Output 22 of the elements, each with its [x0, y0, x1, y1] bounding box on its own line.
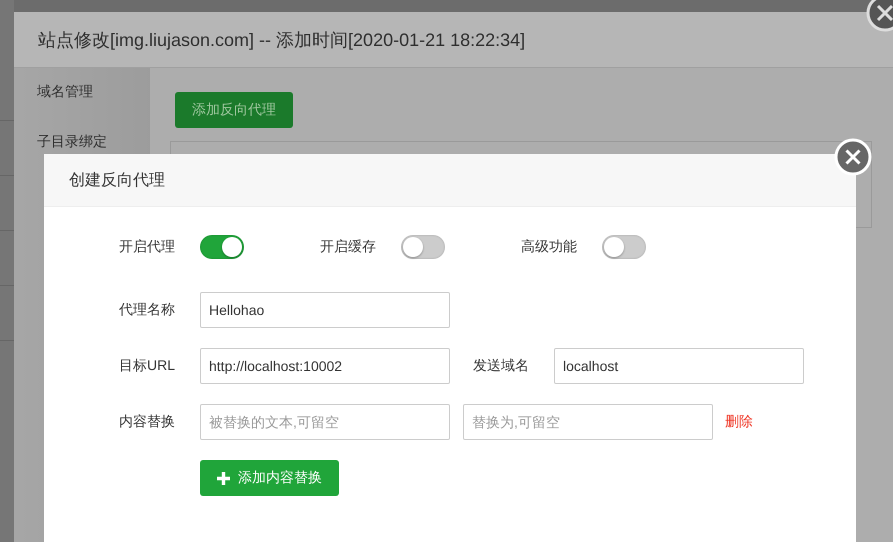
delete-link[interactable]: 删除 [725, 413, 753, 431]
input-field[interactable]: 替换为,可留空 [463, 404, 713, 440]
field-label: 目标URL [118, 357, 175, 375]
field-label: 发送域名 [472, 357, 529, 375]
plus-icon [217, 472, 230, 484]
toggle-switch[interactable] [401, 235, 445, 259]
input-field[interactable]: http://localhost:10002 [200, 348, 450, 384]
input-field[interactable]: localhost [554, 348, 804, 384]
add-replace-button[interactable]: 添加内容替换 [200, 460, 339, 496]
toggle-label: 开启代理 [118, 238, 175, 256]
toggle-switch[interactable] [602, 235, 646, 259]
add-proxy-button[interactable]: 添加反向代理 [175, 92, 293, 128]
input-field[interactable]: 被替换的文本,可留空 [200, 404, 450, 440]
field-label: 内容替换 [118, 413, 175, 431]
dialog-title: 创建反向代理 [69, 170, 165, 190]
dialog-title: 站点修改[img.liujason.com] -- 添加时间[2020-01-21 18:22:34] [38, 28, 526, 52]
sidebar-item[interactable]: 域名管理 [14, 83, 150, 133]
field-label: 代理名称 [118, 301, 175, 319]
input-field[interactable]: Hellohao [200, 292, 450, 328]
toggle-label: 高级功能 [520, 238, 577, 256]
toggle-label: 开启缓存 [319, 238, 376, 256]
toggle-switch[interactable] [200, 235, 244, 259]
